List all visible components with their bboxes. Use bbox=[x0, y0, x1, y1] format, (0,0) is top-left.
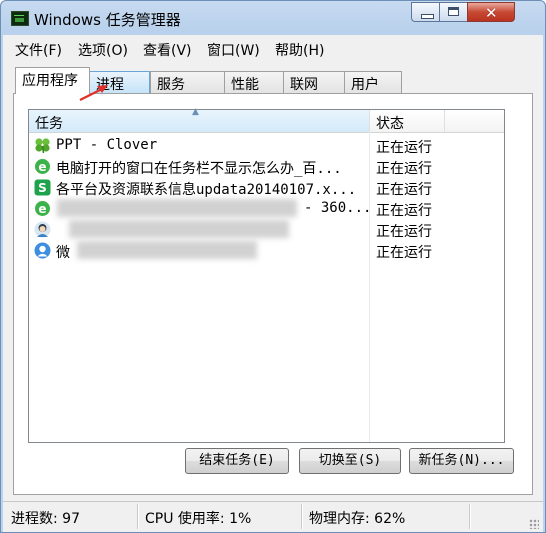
menu-view[interactable]: 查看(V) bbox=[143, 40, 192, 60]
tab-users[interactable]: 用户 bbox=[344, 71, 402, 93]
close-icon: ✕ bbox=[485, 4, 498, 22]
redacted-text bbox=[77, 241, 257, 259]
redacted-text bbox=[69, 220, 289, 238]
maximize-icon bbox=[448, 7, 459, 16]
tab-networking[interactable]: 联网 bbox=[283, 71, 345, 93]
cpu-usage: CPU 使用率: 1% bbox=[145, 511, 252, 527]
task-name: PPT - Clover bbox=[56, 137, 158, 153]
green-s-app-icon: S bbox=[34, 179, 51, 196]
table-row[interactable]: PPT - Clover 正在运行 bbox=[29, 135, 504, 156]
ie-browser-icon: e bbox=[35, 159, 50, 174]
task-manager-app-icon bbox=[11, 11, 29, 26]
task-list[interactable]: ▲ 任务 状态 PPT - Clover 正在运行 e 电脑打开的窗口在任务栏不… bbox=[28, 107, 505, 443]
status-separator bbox=[301, 504, 303, 529]
tab-services[interactable]: 服务 bbox=[150, 71, 225, 93]
task-status: 正在运行 bbox=[376, 245, 432, 261]
maximize-button[interactable] bbox=[439, 2, 468, 22]
ie-browser-icon: e bbox=[35, 201, 50, 216]
menu-window[interactable]: 窗口(W) bbox=[207, 40, 260, 60]
title-bar[interactable]: Windows 任务管理器 ✕ bbox=[1, 1, 545, 35]
status-separator bbox=[137, 504, 139, 529]
task-status: 正在运行 bbox=[376, 140, 432, 156]
task-status: 正在运行 bbox=[376, 224, 432, 240]
client-area: 应用程序 进程 服务 性能 联网 用户 ▲ 任务 状态 PPT - Clover… bbox=[3, 61, 543, 501]
redacted-text bbox=[57, 199, 297, 217]
status-separator bbox=[469, 504, 471, 529]
column-header-task[interactable]: ▲ 任务 bbox=[29, 107, 370, 132]
user-avatar-icon bbox=[34, 242, 51, 259]
close-button[interactable]: ✕ bbox=[467, 2, 515, 22]
column-header-status[interactable]: 状态 bbox=[370, 110, 445, 132]
column-status-label: 状态 bbox=[376, 116, 404, 132]
task-name: 微 bbox=[56, 245, 70, 261]
menu-help[interactable]: 帮助(H) bbox=[275, 40, 324, 60]
table-row[interactable]: 正在运行 bbox=[29, 219, 504, 240]
window-title: Windows 任务管理器 bbox=[34, 11, 181, 29]
switch-to-button[interactable]: 切换至(S) bbox=[299, 448, 401, 474]
process-count: 进程数: 97 bbox=[11, 511, 80, 527]
table-row[interactable]: S 各平台及资源联系信息updata20140107.x... 正在运行 bbox=[29, 177, 504, 198]
task-name: 各平台及资源联系信息updata20140107.x... bbox=[56, 182, 357, 198]
column-task-label: 任务 bbox=[35, 116, 63, 132]
table-row[interactable]: e 电脑打开的窗口在任务栏不显示怎么办_百... 正在运行 bbox=[29, 156, 504, 177]
menu-options[interactable]: 选项(O) bbox=[78, 40, 128, 60]
end-task-button[interactable]: 结束任务(E) bbox=[185, 448, 289, 474]
task-status: 正在运行 bbox=[376, 161, 432, 177]
task-name: - 360... bbox=[304, 200, 372, 216]
task-status: 正在运行 bbox=[376, 203, 432, 219]
task-name: 电脑打开的窗口在任务栏不显示怎么办_百... bbox=[56, 161, 342, 177]
minimize-button[interactable] bbox=[411, 2, 440, 22]
status-bar: 进程数: 97 CPU 使用率: 1% 物理内存: 62% bbox=[3, 501, 543, 532]
menu-bar: 文件(F) 选项(O) 查看(V) 窗口(W) 帮助(H) bbox=[3, 35, 543, 61]
task-manager-window: Windows 任务管理器 ✕ 文件(F) 选项(O) 查看(V) 窗口(W) … bbox=[0, 0, 546, 533]
svg-text:e: e bbox=[38, 160, 46, 174]
table-row[interactable]: e - 360... 正在运行 bbox=[29, 198, 504, 219]
menu-file[interactable]: 文件(F) bbox=[15, 40, 62, 60]
sort-ascending-icon: ▲ bbox=[192, 107, 199, 117]
task-list-header: ▲ 任务 状态 bbox=[29, 107, 504, 133]
svg-text:S: S bbox=[38, 181, 47, 195]
minimize-icon bbox=[421, 14, 434, 19]
svg-text:e: e bbox=[38, 202, 46, 216]
new-task-button[interactable]: 新任务(N)... bbox=[409, 448, 514, 474]
resize-grip-icon[interactable] bbox=[529, 519, 539, 529]
qq-avatar-icon bbox=[34, 221, 51, 238]
tab-performance[interactable]: 性能 bbox=[224, 71, 284, 93]
table-row[interactable]: 微 正在运行 bbox=[29, 240, 504, 261]
task-status: 正在运行 bbox=[376, 182, 432, 198]
clover-icon bbox=[35, 138, 50, 154]
memory-usage: 物理内存: 62% bbox=[309, 511, 406, 527]
tab-applications[interactable]: 应用程序 bbox=[15, 67, 90, 94]
